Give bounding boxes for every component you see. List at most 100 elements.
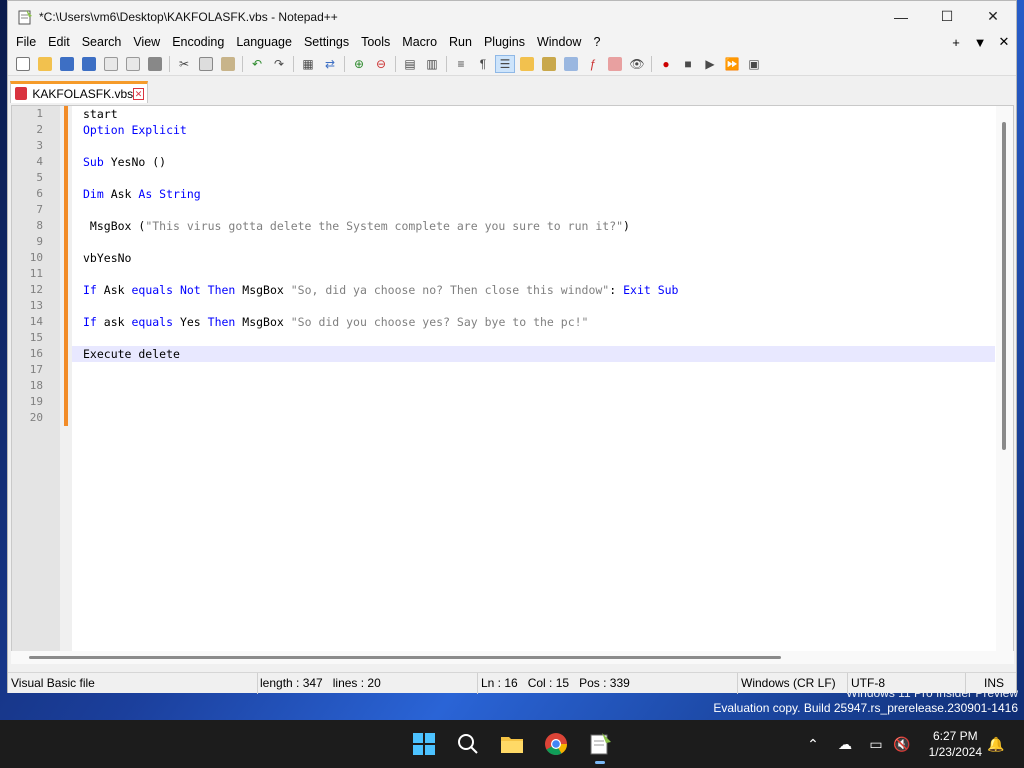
line-number: 13 [29, 299, 43, 312]
doc-map-icon[interactable] [539, 55, 559, 73]
code-line[interactable]: MsgBox ("This virus gotta delete the Sys… [72, 218, 995, 234]
menu-window[interactable]: Window [531, 32, 587, 52]
chrome-icon[interactable] [542, 730, 570, 758]
network-icon[interactable]: ▭ [866, 734, 886, 754]
redo-icon[interactable]: ↷ [269, 55, 289, 73]
code-line[interactable] [72, 138, 995, 154]
status-mode: INS [984, 675, 1005, 690]
code-line[interactable] [72, 202, 995, 218]
save-icon[interactable] [57, 55, 77, 73]
title-bar[interactable]: *C:\Users\vm6\Desktop\KAKFOLASFK.vbs - N… [8, 1, 1016, 32]
menu-edit[interactable]: Edit [42, 32, 76, 52]
start-icon[interactable] [410, 730, 438, 758]
show-all-chars-icon[interactable]: ¶ [473, 55, 493, 73]
close-all-icon[interactable] [123, 55, 143, 73]
menu-help[interactable]: ? [587, 32, 606, 52]
menu-plugins[interactable]: Plugins [478, 32, 531, 52]
code-line[interactable] [72, 410, 995, 426]
function-list-icon[interactable]: ƒ [583, 55, 603, 73]
close-tab-menu-button[interactable]: ✕ [992, 34, 1016, 50]
menu-file[interactable]: File [10, 32, 42, 52]
code-line[interactable]: Sub YesNo () [72, 154, 995, 170]
horizontal-scroll-thumb[interactable] [29, 656, 781, 659]
code-line[interactable]: Execute delete [72, 346, 995, 362]
menu-settings[interactable]: Settings [298, 32, 355, 52]
file-explorer-icon[interactable] [498, 730, 526, 758]
menu-view[interactable]: View [127, 32, 166, 52]
play-macro-icon[interactable]: ▶ [700, 55, 720, 73]
zoom-in-icon[interactable]: ⊕ [349, 55, 369, 73]
sync-horizontal-icon[interactable]: ▥ [422, 55, 442, 73]
close-file-icon[interactable] [101, 55, 121, 73]
onedrive-icon[interactable]: ☁ [835, 734, 855, 754]
menu-encoding[interactable]: Encoding [166, 32, 230, 52]
code-line[interactable] [72, 266, 995, 282]
code-line[interactable] [72, 170, 995, 186]
doc-list-icon[interactable] [561, 55, 581, 73]
maximize-button[interactable]: ☐ [924, 1, 970, 32]
system-clock[interactable]: 6:27 PM 1/23/2024 [929, 728, 982, 760]
new-tab-button[interactable]: + [944, 35, 968, 50]
volume-muted-icon[interactable]: 🔇 [892, 734, 912, 754]
line-number: 9 [36, 235, 43, 248]
tab-close-icon[interactable]: ✕ [133, 87, 144, 100]
code-token: : [609, 283, 624, 297]
vertical-scroll-thumb[interactable] [1002, 122, 1006, 450]
code-line[interactable] [72, 298, 995, 314]
print-icon[interactable] [145, 55, 165, 73]
cut-icon[interactable]: ✂ [174, 55, 194, 73]
code-line[interactable]: Dim Ask As String [72, 186, 995, 202]
close-button[interactable]: ✕ [970, 1, 1016, 32]
notification-bell-icon[interactable]: 🔔 [986, 734, 1006, 754]
record-macro-icon[interactable]: ● [656, 55, 676, 73]
code-line[interactable]: vbYesNo [72, 250, 995, 266]
code-line[interactable] [72, 378, 995, 394]
monitoring-icon[interactable]: 👁 [627, 55, 647, 73]
horizontal-scrollbar[interactable] [11, 651, 1014, 664]
notepad-app-icon [17, 9, 33, 25]
save-all-icon[interactable] [79, 55, 99, 73]
open-file-icon[interactable] [35, 55, 55, 73]
zoom-out-icon[interactable]: ⊖ [371, 55, 391, 73]
menu-tools[interactable]: Tools [355, 32, 396, 52]
code-line[interactable] [72, 362, 995, 378]
tab-kakfolasfk[interactable]: KAKFOLASFK.vbs ✕ [10, 81, 148, 103]
status-eol[interactable]: Windows (CR LF) [738, 672, 848, 694]
indent-guide-icon[interactable]: ☰ [495, 54, 515, 73]
code-line[interactable] [72, 234, 995, 250]
stop-macro-icon[interactable]: ■ [678, 55, 698, 73]
code-line[interactable] [72, 394, 995, 410]
word-wrap-icon[interactable]: ≡ [451, 55, 471, 73]
code-line[interactable] [72, 330, 995, 346]
menu-language[interactable]: Language [230, 32, 298, 52]
code-area[interactable]: start Option Explicit Sub YesNo () Dim Ask … [72, 106, 995, 662]
sync-vertical-icon[interactable]: ▤ [400, 55, 420, 73]
copy-icon[interactable] [196, 55, 216, 73]
new-file-icon[interactable] [13, 55, 33, 73]
code-editor[interactable]: 1 2 3 4 5 6 7 8 9 10 11 12 13 14 15 16 17 18 19 20 start Opt… [11, 105, 1014, 663]
status-encoding[interactable]: UTF-8 [848, 672, 966, 694]
undo-icon[interactable]: ↶ [247, 55, 267, 73]
find-icon[interactable]: ▦ [298, 55, 318, 73]
line-number: 15 [29, 331, 43, 344]
chevron-up-icon[interactable]: ⌃ [803, 734, 823, 754]
menu-macro[interactable]: Macro [396, 32, 443, 52]
notepad-plus-plus-icon[interactable] [586, 730, 614, 764]
tab-list-button[interactable]: ▼ [968, 35, 992, 50]
menu-run[interactable]: Run [443, 32, 478, 52]
code-line[interactable]: If Ask equals Not Then MsgBox "So, did y… [72, 282, 995, 298]
paste-icon[interactable] [218, 55, 238, 73]
code-line[interactable]: Option Explicit [72, 122, 995, 138]
search-icon[interactable] [454, 730, 482, 758]
replace-icon[interactable]: ⇄ [320, 55, 340, 73]
tab-bar: KAKFOLASFK.vbs ✕ [8, 76, 1016, 104]
folder-workspace-icon[interactable] [605, 55, 625, 73]
menu-search[interactable]: Search [76, 32, 128, 52]
udl-icon[interactable] [517, 55, 537, 73]
code-line[interactable]: start [72, 106, 995, 122]
vertical-scrollbar[interactable] [996, 106, 1013, 662]
save-macro-icon[interactable]: ▣ [744, 55, 764, 73]
run-macro-multiple-icon[interactable]: ⏩ [722, 55, 742, 73]
code-line[interactable]: If ask equals Yes Then MsgBox "So did yo… [72, 314, 995, 330]
minimize-button[interactable]: — [878, 1, 924, 32]
